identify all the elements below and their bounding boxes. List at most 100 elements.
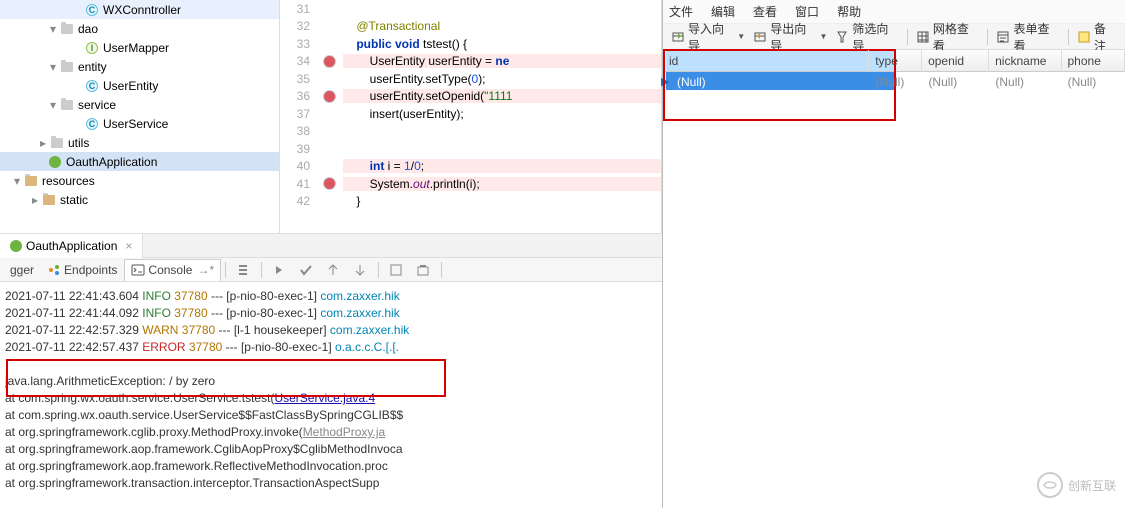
log-line: 2021-07-11 22:41:44.092 INFO 37780 --- […: [5, 305, 657, 322]
code-text: System.out.println(i);: [343, 177, 661, 191]
cell[interactable]: (Null): [663, 72, 870, 92]
column-header-openid[interactable]: openid: [922, 50, 989, 72]
tree-item-entity[interactable]: ▾ entity: [0, 57, 279, 76]
toolbar-btn-2[interactable]: [266, 259, 293, 281]
data-grid[interactable]: ▶ idtypeopenidnicknamephone(Null)(Null)(…: [663, 50, 1125, 508]
breakpoint-gutter[interactable]: [315, 56, 343, 67]
line-number: 32: [280, 19, 315, 33]
tree-item-label: entity: [78, 60, 107, 74]
editor-line[interactable]: 31: [280, 0, 661, 18]
column-header-phone[interactable]: phone: [1062, 50, 1125, 72]
cell[interactable]: (Null): [989, 72, 1061, 92]
editor-line[interactable]: 38: [280, 123, 661, 141]
editor-line[interactable]: 39: [280, 140, 661, 158]
toolbar-导入向导[interactable]: 导入向导▼: [667, 26, 749, 48]
console-tab[interactable]: Console →*: [124, 259, 221, 281]
chevron-icon[interactable]: ▾: [46, 60, 60, 74]
run-tab[interactable]: OauthApplication ×: [0, 234, 143, 258]
toolbar-btn-5[interactable]: [347, 259, 374, 281]
tree-item-service[interactable]: ▾ service: [0, 95, 279, 114]
toolbar-网格查看[interactable]: 网格查看: [912, 26, 984, 48]
console-output[interactable]: 2021-07-11 22:41:43.604 INFO 37780 --- […: [5, 288, 657, 492]
code-text: public void tstest() {: [343, 37, 661, 51]
column-header-id[interactable]: id: [663, 50, 869, 72]
editor-line[interactable]: 41 System.out.println(i);: [280, 175, 661, 193]
cell[interactable]: (Null): [1062, 72, 1125, 92]
editor-line[interactable]: 36 userEntity.setOpenid("1111: [280, 88, 661, 106]
editor-line[interactable]: 33 public void tstest() {: [280, 35, 661, 53]
tree-item-usermapper[interactable]: I UserMapper: [0, 38, 279, 57]
menu-window[interactable]: 窗口: [795, 3, 819, 20]
editor-line[interactable]: 34 UserEntity userEntity = ne: [280, 53, 661, 71]
menu-view[interactable]: 查看: [753, 3, 777, 20]
editor-line[interactable]: 32 @Transactional: [280, 18, 661, 36]
tool-icon: [671, 30, 685, 44]
database-panel: 文件 编辑 查看 窗口 帮助 导入向导▼导出向导▼筛选向导网格查看表单查看备注 …: [662, 0, 1125, 508]
cell[interactable]: (Null): [870, 72, 923, 92]
toolbar-导出向导[interactable]: 导出向导▼: [749, 26, 831, 48]
line-number: 35: [280, 72, 315, 86]
chevron-icon[interactable]: ▸: [28, 193, 42, 207]
dropdown-icon[interactable]: ▼: [737, 32, 745, 41]
tree-item-userentity[interactable]: CUserEntity: [0, 76, 279, 95]
editor-line[interactable]: 42 }: [280, 193, 661, 211]
tree-item-label: UserMapper: [103, 41, 169, 55]
toolbar-btn-1[interactable]: [230, 259, 257, 281]
dropdown-icon[interactable]: ▼: [819, 32, 827, 41]
log-line: 2021-07-11 22:42:57.437 ERROR 37780 --- …: [5, 339, 657, 356]
tree-item-wxconntroller[interactable]: CWXConntroller: [0, 0, 279, 19]
table-row[interactable]: (Null)(Null)(Null)(Null)(Null): [663, 72, 1125, 92]
chevron-icon[interactable]: ▾: [46, 22, 60, 36]
menu-file[interactable]: 文件: [669, 3, 693, 20]
tree-item-resources[interactable]: ▾resources: [0, 171, 279, 190]
menu-help[interactable]: 帮助: [837, 3, 861, 20]
breakpoint-icon[interactable]: [324, 178, 335, 189]
separator: [261, 262, 262, 278]
stack-line: at org.springframework.aop.framework.Ref…: [5, 458, 657, 475]
chevron-icon[interactable]: ▸: [36, 136, 50, 150]
line-number: 33: [280, 37, 315, 51]
tree-item-dao[interactable]: ▾dao: [0, 19, 279, 38]
chevron-icon[interactable]: ▾: [46, 98, 60, 112]
cell[interactable]: (Null): [922, 72, 989, 92]
code-text: @Transactional: [343, 19, 661, 33]
column-header-nickname[interactable]: nickname: [989, 50, 1061, 72]
code-editor[interactable]: 3132 @Transactional33 public void tstest…: [280, 0, 662, 233]
watermark: 创新互联: [1033, 468, 1119, 502]
breakpoint-icon[interactable]: [324, 91, 335, 102]
editor-line[interactable]: 35 userEntity.setType(0);: [280, 70, 661, 88]
code-text: }: [343, 194, 661, 208]
toolbar-筛选向导[interactable]: 筛选向导: [831, 26, 903, 48]
close-icon[interactable]: ×: [125, 239, 132, 253]
editor-line[interactable]: 40 int i = 1/0;: [280, 158, 661, 176]
tree-item-oauthapplication[interactable]: OauthApplication: [0, 152, 279, 171]
toolbar-btn-6[interactable]: [383, 259, 410, 281]
grid-header: ▶ idtypeopenidnicknamephone(Null)(Null)(…: [663, 50, 1125, 72]
tree-item-userservice[interactable]: CUserService: [0, 114, 279, 133]
breakpoint-gutter[interactable]: [315, 178, 343, 189]
debugger-tab[interactable]: gger: [4, 259, 41, 281]
folder-icon: [60, 22, 74, 36]
tree-item-static[interactable]: ▸ static: [0, 190, 279, 209]
class-icon: C: [85, 3, 99, 17]
toolbar-表单查看[interactable]: 表单查看: [992, 26, 1064, 48]
column-header-type[interactable]: type: [869, 50, 922, 72]
toolbar-备注[interactable]: 备注: [1073, 26, 1121, 48]
menu-edit[interactable]: 编辑: [711, 3, 735, 20]
toolbar-btn-3[interactable]: [293, 259, 320, 281]
toolbar-btn-7[interactable]: [410, 259, 437, 281]
tree-item-label: UserEntity: [103, 79, 158, 93]
code-text: UserEntity userEntity = ne: [343, 54, 661, 68]
toolbar-btn-4[interactable]: [320, 259, 347, 281]
project-tree[interactable]: CWXConntroller▾daoIUserMapper▾entityCUse…: [0, 0, 280, 233]
chevron-icon[interactable]: ▾: [10, 174, 24, 188]
endpoints-tab[interactable]: Endpoints: [41, 259, 124, 281]
tree-item-utils[interactable]: ▸utils: [0, 133, 279, 152]
tree-item-label: static: [60, 193, 88, 207]
breakpoint-gutter[interactable]: [315, 91, 343, 102]
tree-item-label: service: [78, 98, 116, 112]
interface-icon: I: [85, 41, 99, 55]
editor-line[interactable]: 37 insert(userEntity);: [280, 105, 661, 123]
breakpoint-icon[interactable]: [324, 56, 335, 67]
tree-item-label: OauthApplication: [66, 155, 157, 169]
